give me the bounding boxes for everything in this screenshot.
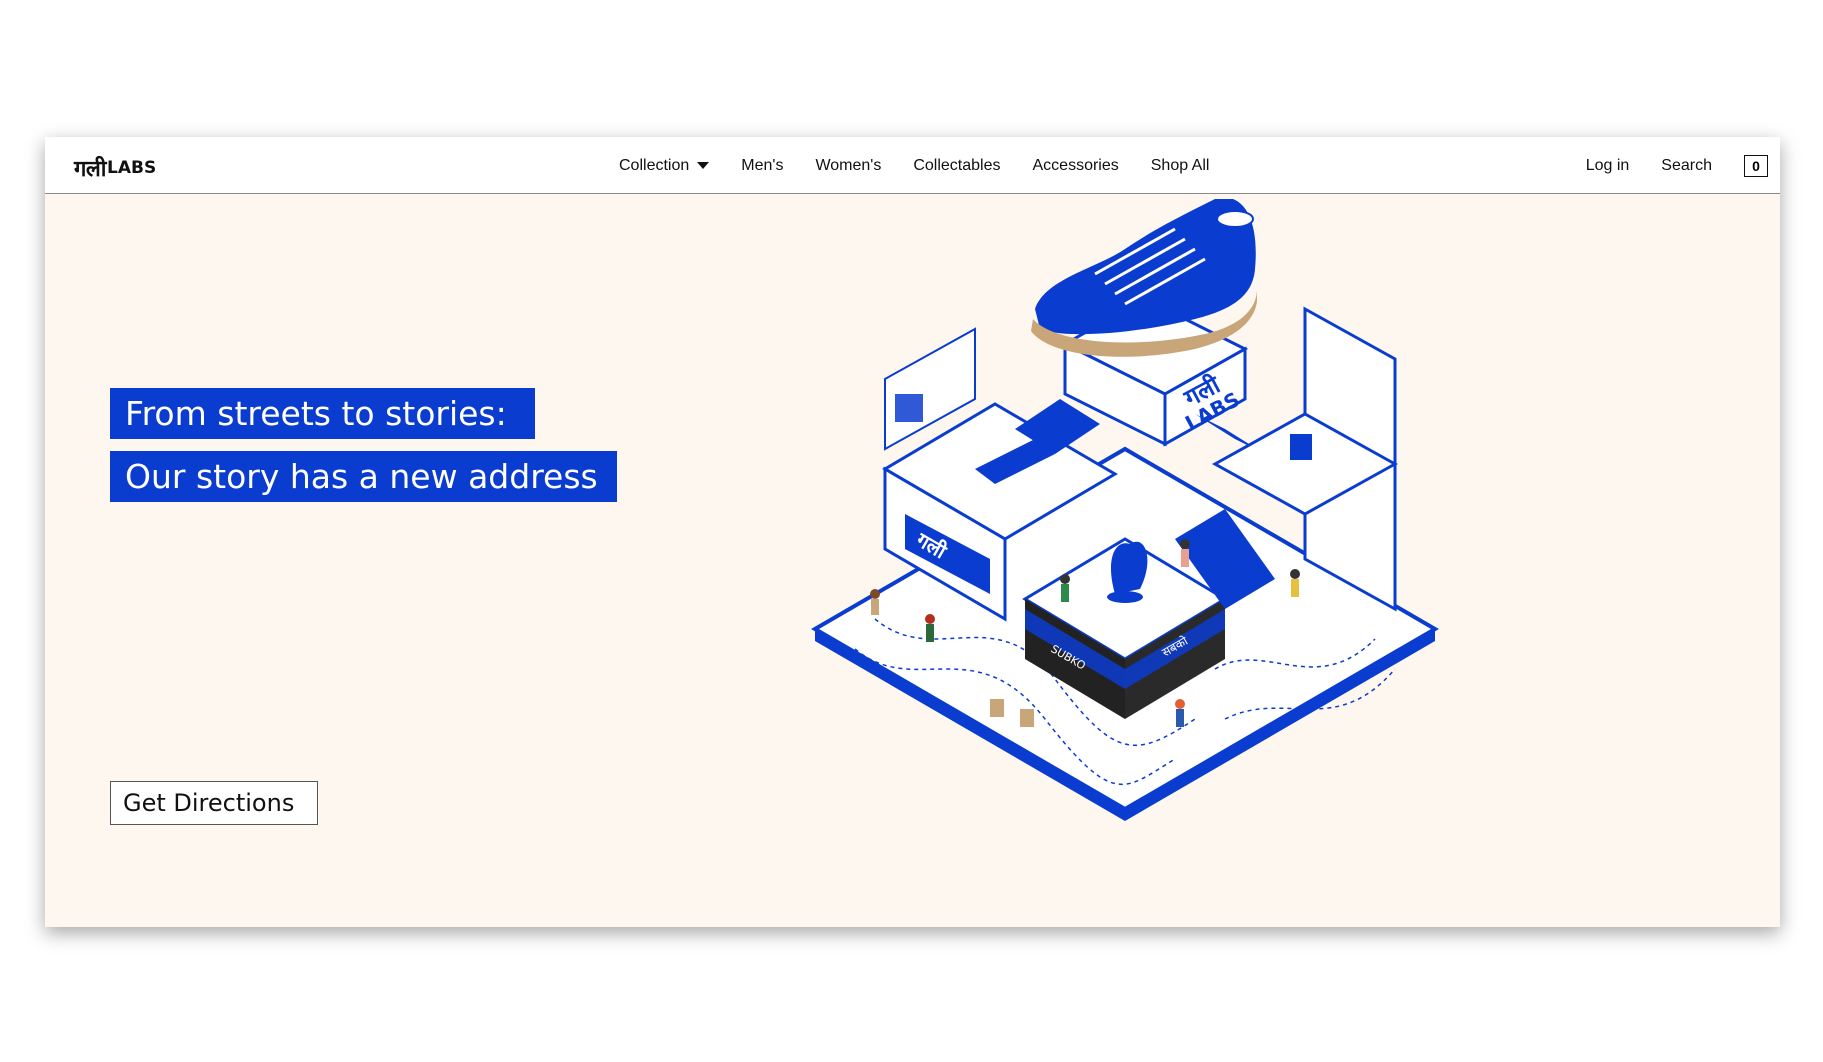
chevron-down-icon [697,162,710,169]
get-directions-button[interactable]: Get Directions [110,781,318,825]
store-isometric-illustration: SUBKO सबको गली गली LABS [811,199,1439,821]
brand-logo[interactable]: गली LABS [74,153,156,183]
nav-collection[interactable]: Collection [619,156,710,175]
logo-devanagari: गली [74,157,107,182]
hero-headline-line-1: From streets to stories: [110,388,535,439]
logo-latin: LABS [107,158,157,178]
header-actions: Log in Search 0 [1586,137,1768,194]
main-nav: Collection Men's Women's Collectables Ac… [619,137,1241,194]
login-link[interactable]: Log in [1586,157,1630,175]
nav-mens[interactable]: Men's [741,157,783,175]
nav-collection-label: Collection [619,156,690,174]
nav-accessories[interactable]: Accessories [1033,157,1119,175]
site-header: गली LABS Collection Men's Women's Collec… [45,137,1780,194]
nav-collectables[interactable]: Collectables [913,157,1000,175]
cart-count-button[interactable]: 0 [1744,154,1768,177]
nav-shop-all[interactable]: Shop All [1151,157,1210,175]
browser-frame: गली LABS Collection Men's Women's Collec… [45,137,1780,927]
search-link[interactable]: Search [1661,157,1712,175]
nav-womens[interactable]: Women's [815,157,881,175]
hero-headline-line-2: Our story has a new address [110,451,617,502]
